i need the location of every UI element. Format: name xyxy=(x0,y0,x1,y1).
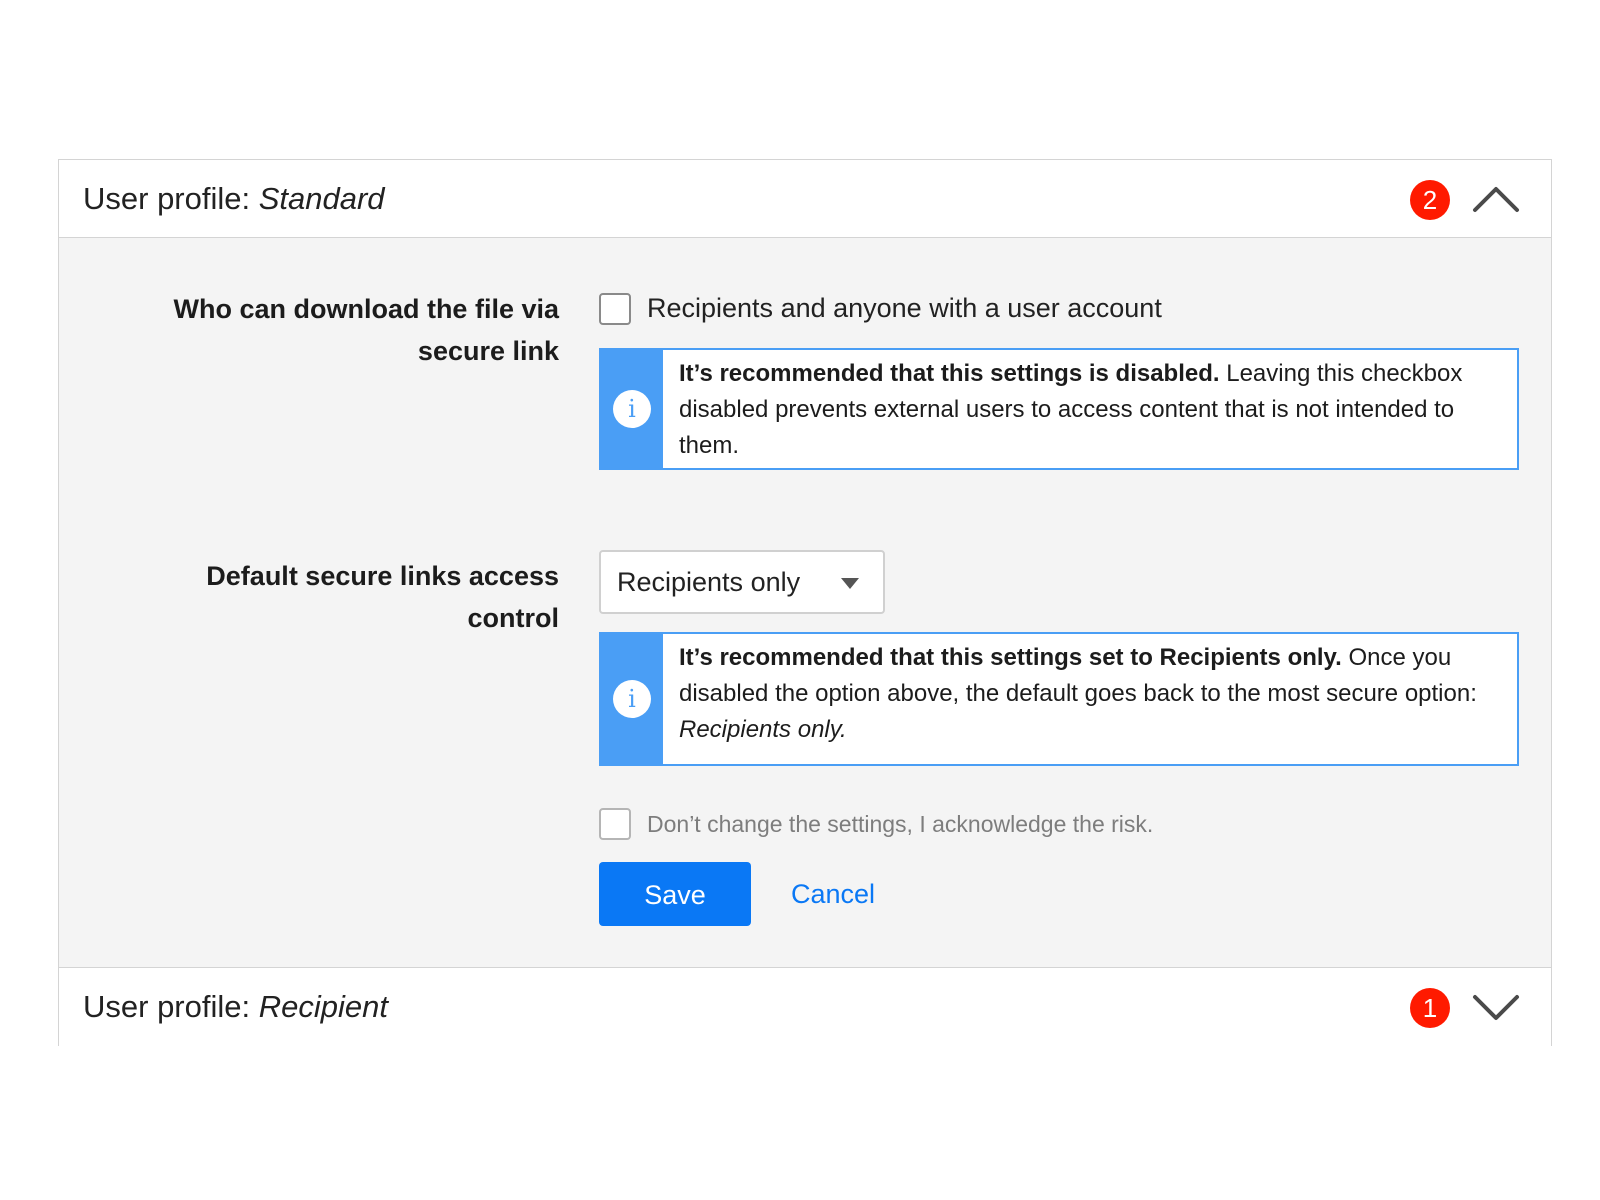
access-control-label-line2: control xyxy=(467,603,560,633)
download-info-emphasis: It’s recommended that this settings is d… xyxy=(679,360,1220,387)
accordion-title-standard: User profile: Standard xyxy=(83,160,385,238)
notification-badge: 2 xyxy=(1410,180,1450,220)
accordion-header-standard[interactable]: User profile: Standard 2 xyxy=(59,160,1551,238)
access-control-info-box: i It’s recommended that this settings se… xyxy=(599,632,1519,766)
title-prefix: User profile: xyxy=(83,989,259,1024)
notification-badge: 1 xyxy=(1410,988,1450,1028)
access-control-label: Default secure links access control xyxy=(59,555,559,639)
title-prefix: User profile: xyxy=(83,181,259,216)
download-setting-label-line2: secure link xyxy=(417,336,559,366)
download-info-text: It’s recommended that this settings is d… xyxy=(679,356,1495,464)
chevron-down-icon[interactable] xyxy=(1471,990,1521,1024)
profile-accordion: User profile: Standard 2 Who can downloa… xyxy=(58,159,1552,1046)
download-checkbox-label[interactable]: Recipients and anyone with a user accoun… xyxy=(647,293,1162,324)
accordion-title-recipient: User profile: Recipient xyxy=(83,968,388,1046)
access-info-italic: Recipients only. xyxy=(679,716,847,743)
access-info-emphasis: It’s recommended that this settings set … xyxy=(679,644,1342,671)
save-button[interactable]: Save xyxy=(599,862,751,926)
acknowledge-label[interactable]: Don’t change the settings, I acknowledge… xyxy=(647,811,1153,838)
info-accent-bar: i xyxy=(601,350,663,468)
cancel-button[interactable]: Cancel xyxy=(791,862,875,926)
download-setting-label-line1: Who can download the file via xyxy=(173,294,559,324)
select-value: Recipients only xyxy=(617,567,801,597)
dropdown-caret-icon xyxy=(841,578,859,589)
profile-name: Recipient xyxy=(258,989,388,1024)
accordion-panel-standard: Who can download the file via secure lin… xyxy=(59,238,1551,968)
download-info-box: i It’s recommended that this settings is… xyxy=(599,348,1519,470)
accordion-header-recipient[interactable]: User profile: Recipient 1 xyxy=(59,968,1551,1046)
download-setting-label: Who can download the file via secure lin… xyxy=(59,288,559,372)
access-control-info-text: It’s recommended that this settings set … xyxy=(679,640,1495,748)
access-control-select[interactable]: Recipients only xyxy=(599,550,885,614)
access-control-label-line1: Default secure links access xyxy=(206,561,559,591)
profile-name: Standard xyxy=(258,181,385,216)
download-checkbox[interactable] xyxy=(599,293,631,325)
info-accent-bar: i xyxy=(601,634,663,764)
info-icon: i xyxy=(613,390,651,428)
info-icon: i xyxy=(613,680,651,718)
chevron-up-icon[interactable] xyxy=(1471,182,1521,216)
acknowledge-checkbox[interactable] xyxy=(599,808,631,840)
